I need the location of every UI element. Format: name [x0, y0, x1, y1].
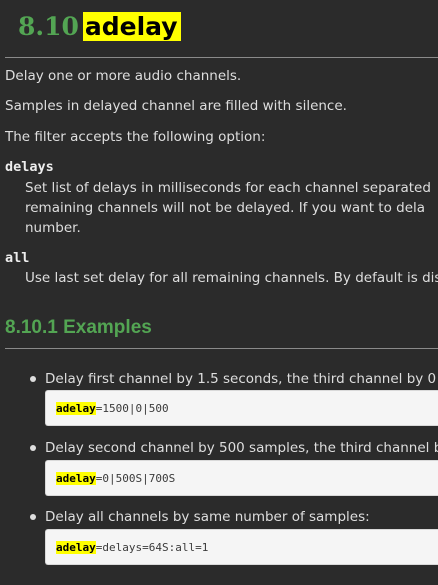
list-bullet: [30, 514, 36, 520]
example-description: Delay second channel by 500 samples, the…: [45, 440, 438, 456]
section-number: 8.10: [18, 12, 79, 41]
option-desc-all-line: Use last set delay for all remaining cha…: [25, 270, 438, 286]
list-bullet: [30, 376, 36, 382]
paragraph-intro: Delay one or more audio channels.: [5, 68, 242, 84]
section-heading: 8.10 adelay: [18, 9, 181, 45]
section-title-highlight: adelay: [82, 12, 181, 41]
examples-rule: [5, 348, 438, 349]
option-term-all: all: [5, 250, 30, 266]
paragraph-silence: Samples in delayed channel are filled wi…: [5, 98, 347, 114]
code-arguments: =delays=64S:all=1: [95, 541, 209, 554]
example-description: Delay all channels by same number of sam…: [45, 509, 370, 525]
code-keyword-highlight: adelay: [56, 402, 96, 415]
code-arguments: =1500|0|500: [95, 402, 169, 415]
document-page: 8.10 adelay Delay one or more audio chann…: [0, 0, 438, 585]
code-keyword-highlight: adelay: [56, 541, 96, 554]
example-description: Delay first channel by 1.5 seconds, the …: [45, 371, 437, 387]
option-term-delays: delays: [5, 159, 54, 175]
code-block: adelay=0|500S|700S: [45, 460, 438, 496]
code-block: adelay=delays=64S:all=1: [45, 529, 438, 565]
examples-heading: 8.10.1 Examples: [5, 317, 152, 338]
code-keyword-highlight: adelay: [56, 472, 96, 485]
list-bullet: [30, 445, 36, 451]
option-desc-delays-line: number.: [25, 220, 81, 236]
option-desc-delays-line: Set list of delays in milliseconds for e…: [25, 180, 431, 196]
heading-rule: [5, 57, 438, 58]
code-block: adelay=1500|0|500: [45, 390, 438, 426]
paragraph-options: The filter accepts the following option:: [5, 129, 266, 145]
code-arguments: =0|500S|700S: [95, 472, 176, 485]
option-desc-delays-line: remaining channels will not be delayed. …: [25, 200, 426, 216]
